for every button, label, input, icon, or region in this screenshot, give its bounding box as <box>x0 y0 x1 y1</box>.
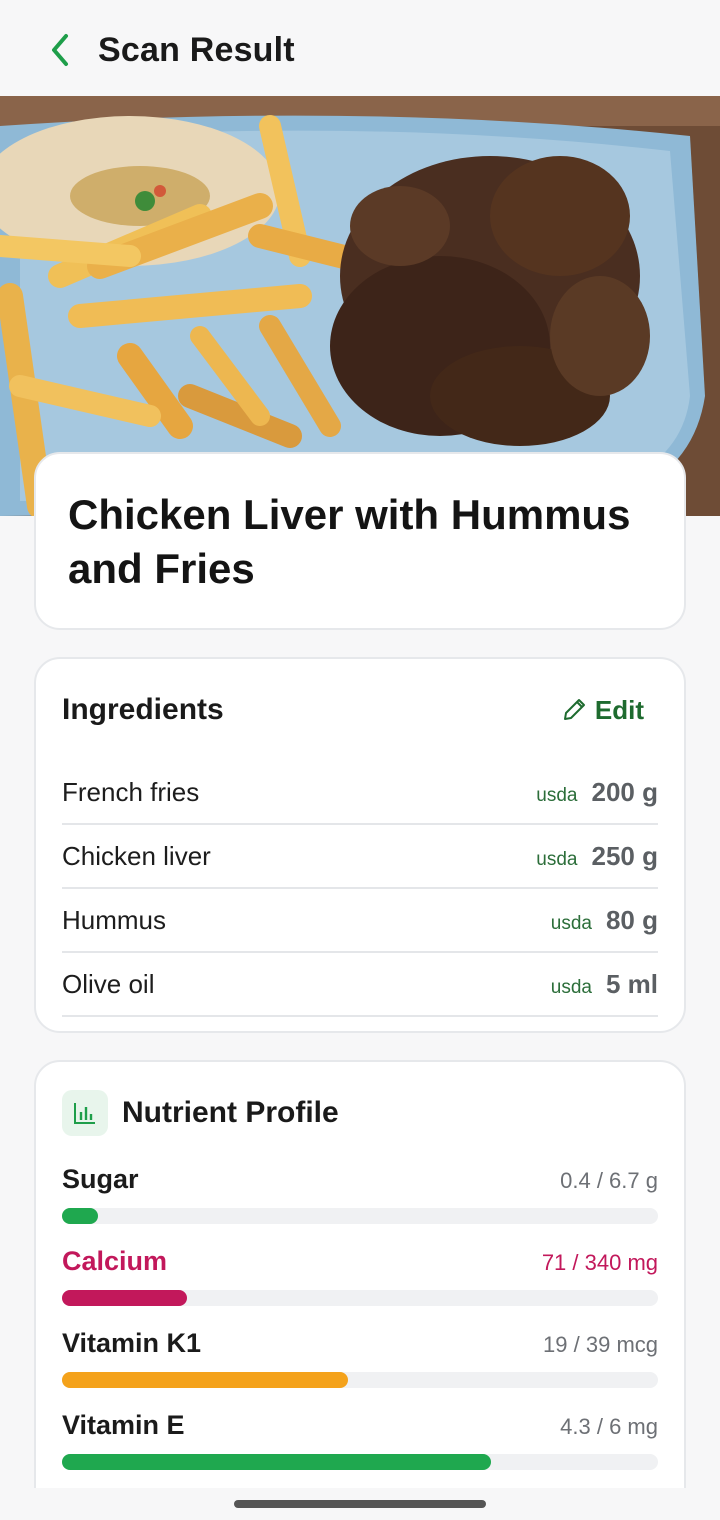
nutrient-bar-fill <box>62 1454 492 1470</box>
nutrient-name: Sugar <box>62 1164 139 1194</box>
ingredient-name: Olive oil <box>62 968 155 999</box>
chevron-left-icon <box>52 34 68 66</box>
nutrient-row-top: Vitamin K1 19 / 39 mcg <box>62 1328 658 1364</box>
page-title: Scan Result <box>98 31 295 69</box>
pencil-icon <box>563 699 585 720</box>
ingredient-name: French fries <box>62 776 200 807</box>
ingredient-source: usda <box>536 848 578 870</box>
nutrient-value: 4.3 / 6 mg <box>560 1414 658 1439</box>
nutrient-profile-title: Nutrient Profile <box>122 1096 339 1129</box>
ingredient-source: usda <box>550 976 592 998</box>
nutrient-bar-fill <box>62 1290 188 1306</box>
nutrient-name: Calcium <box>62 1246 168 1276</box>
nutrient-bar-fill <box>62 1372 349 1388</box>
ingredient-quantity: 250 g <box>591 840 659 871</box>
nutrient-bar-track <box>62 1208 658 1224</box>
ingredient-name: Hummus <box>62 904 167 935</box>
edit-ingredients-button[interactable]: Edit <box>561 695 644 726</box>
nutrient-row: Vitamin E 4.3 / 6 mg <box>62 1410 658 1470</box>
dish-name: Chicken Liver with Hummus and Fries <box>68 491 631 592</box>
ingredients-card: Ingredients Edit French fries usda 200 g… <box>34 657 686 1033</box>
nutrient-row-top: Sugar 0.4 / 6.7 g <box>62 1164 658 1200</box>
nutrient-profile-card: Nutrient Profile Sugar 0.4 / 6.7 g Calcium… <box>34 1060 686 1520</box>
ingredient-quantity: 200 g <box>591 776 659 807</box>
ingredient-source: usda <box>550 912 592 934</box>
nutrient-bar-track <box>62 1454 658 1470</box>
ingredient-source: usda <box>536 784 578 806</box>
edit-label: Edit <box>594 694 644 725</box>
ingredient-name: Chicken liver <box>62 840 211 871</box>
nutrient-row-top: Vitamin E 4.3 / 6 mg <box>62 1410 658 1446</box>
ingredient-row[interactable]: French fries usda 200 g <box>62 761 658 825</box>
nutrient-name: Vitamin E <box>62 1410 185 1440</box>
ingredient-quantity: 80 g <box>605 904 658 935</box>
back-button[interactable] <box>40 28 80 72</box>
nutrient-profile-header: Nutrient Profile <box>62 1062 658 1164</box>
nutrient-value: 71 / 340 mg <box>541 1250 658 1275</box>
nutrient-value: 0.4 / 6.7 g <box>560 1168 658 1193</box>
dish-title-card: Chicken Liver with Hummus and Fries <box>34 452 686 630</box>
home-indicator[interactable] <box>234 1500 486 1508</box>
ingredients-title: Ingredients <box>62 693 224 726</box>
nutrient-list: Sugar 0.4 / 6.7 g Calcium 71 / 340 mg Vitami… <box>62 1164 658 1518</box>
nutrient-name: Vitamin K1 <box>62 1328 202 1358</box>
app-header: Scan Result <box>0 0 720 96</box>
nutrient-bar-track <box>62 1290 658 1306</box>
nutrient-bar-fill <box>62 1208 98 1224</box>
nutrient-row: Vitamin K1 19 / 39 mcg <box>62 1328 658 1388</box>
nutrient-row-top: Calcium 71 / 340 mg <box>62 1246 658 1282</box>
bar-chart-icon <box>62 1090 108 1136</box>
ingredients-header: Ingredients Edit <box>62 659 658 761</box>
nutrient-bar-track <box>62 1372 658 1388</box>
nutrient-row: Sugar 0.4 / 6.7 g <box>62 1164 658 1224</box>
ingredient-quantity: 5 ml <box>605 968 658 999</box>
nutrient-row: Calcium 71 / 340 mg <box>62 1246 658 1306</box>
ingredient-row[interactable]: Chicken liver usda 250 g <box>62 825 658 889</box>
ingredient-row[interactable]: Hummus usda 80 g <box>62 889 658 953</box>
ingredient-row[interactable]: Olive oil usda 5 ml <box>62 953 658 1017</box>
nutrient-value: 19 / 39 mcg <box>543 1332 658 1357</box>
